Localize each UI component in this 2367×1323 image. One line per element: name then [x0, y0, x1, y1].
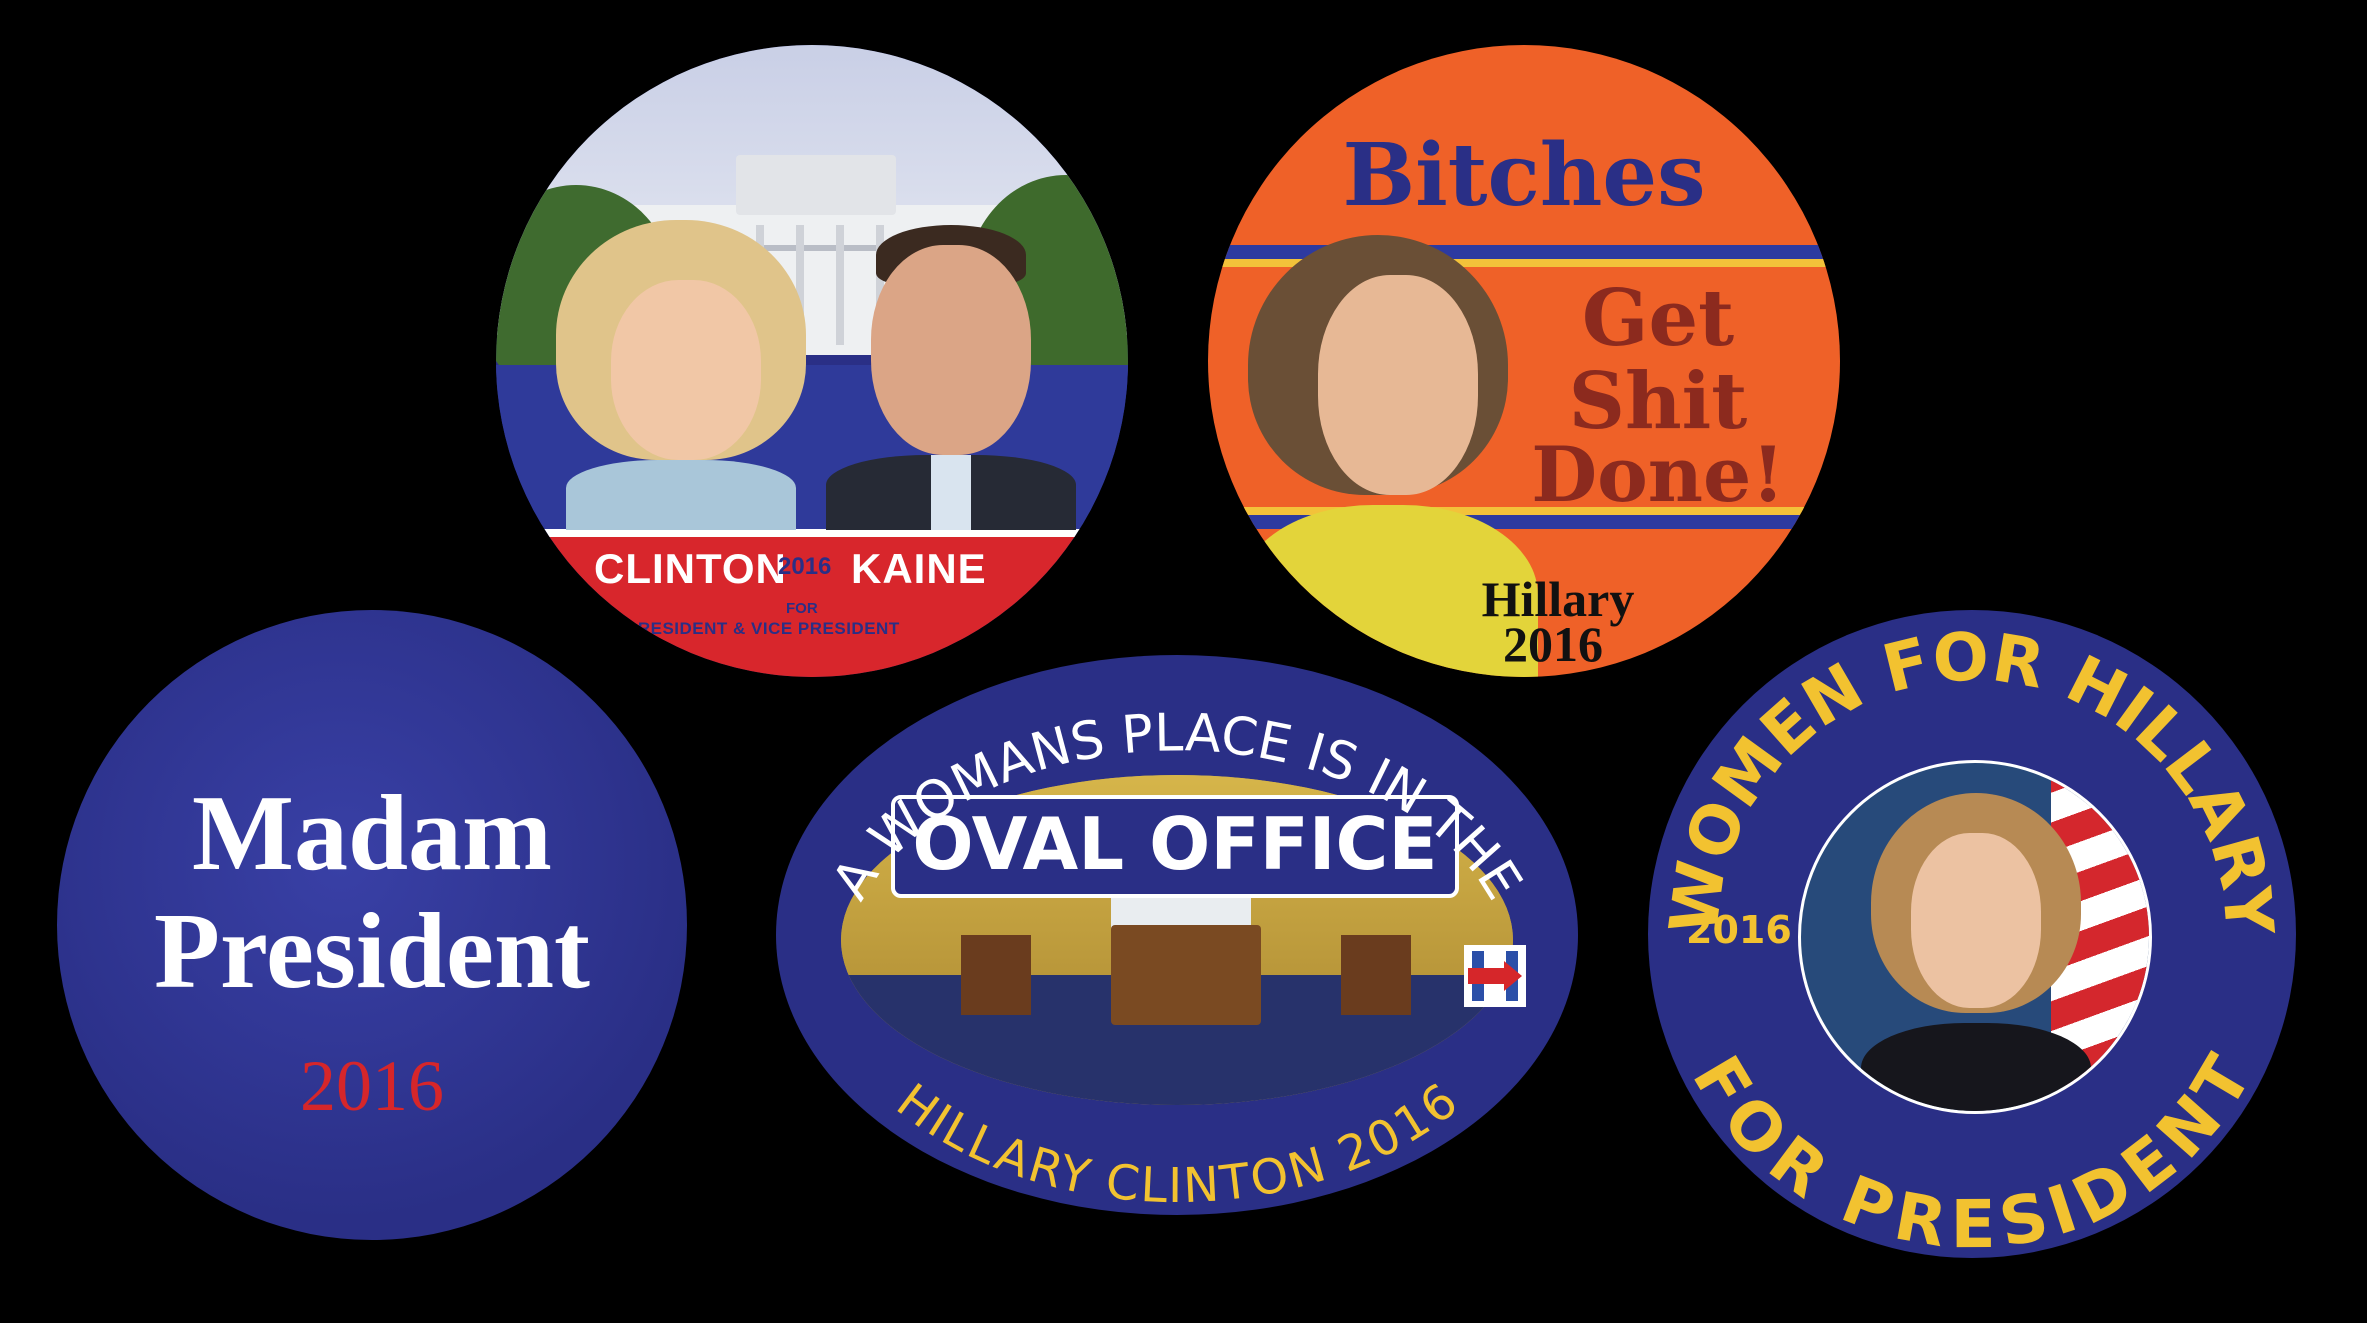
arc-bottom-label: FOR PRESIDENT [1678, 1043, 2267, 1258]
arc-top-label: WOMEN FOR HILLARY [1655, 618, 2288, 939]
clinton-label: CLINTON [594, 545, 787, 592]
bitches-button: Bitches Get Shit Done! Hillary 2016 [1208, 45, 1840, 677]
get-label: Get [1581, 273, 1735, 364]
oval-arc-text: A WOMANS PLACE IS IN THE HILLARY CLINTON… [821, 703, 1533, 1215]
office-label: PRESIDENT & VICE PRESIDENT [626, 619, 900, 638]
white-divider [496, 529, 1128, 537]
kaine-portrait [826, 225, 1076, 530]
year-label: 2016 [300, 1046, 444, 1126]
oval-office-button: OVAL OFFICE H A WOMANS PLACE IS IN THE H… [776, 655, 1578, 1215]
arc-top-label: A WOMANS PLACE IS IN THE [821, 703, 1533, 910]
women-for-hillary-button: WOMEN FOR HILLARY FOR PRESIDENT 2016 [1648, 610, 2296, 1258]
for-label: FOR [786, 600, 818, 617]
done-label: Done! [1531, 430, 1785, 519]
kaine-label: KAINE [851, 545, 987, 592]
headline: Bitches [1342, 125, 1706, 226]
president-label: President [154, 892, 590, 1011]
madam-label: Madam [192, 774, 552, 893]
name-line: CLINTON 2016 KAINE [496, 545, 1128, 595]
year-label: 2016 [1686, 908, 1792, 952]
arc-bottom-label: HILLARY CLINTON 2016 [886, 1073, 1468, 1215]
hillary-portrait [556, 220, 806, 530]
year-label: 2016 [778, 553, 832, 580]
clinton-kaine-button: CLINTON 2016 KAINE FOR PRESIDENT & VICE … [496, 45, 1128, 677]
madam-president-button: Madam President 2016 [57, 610, 687, 1240]
